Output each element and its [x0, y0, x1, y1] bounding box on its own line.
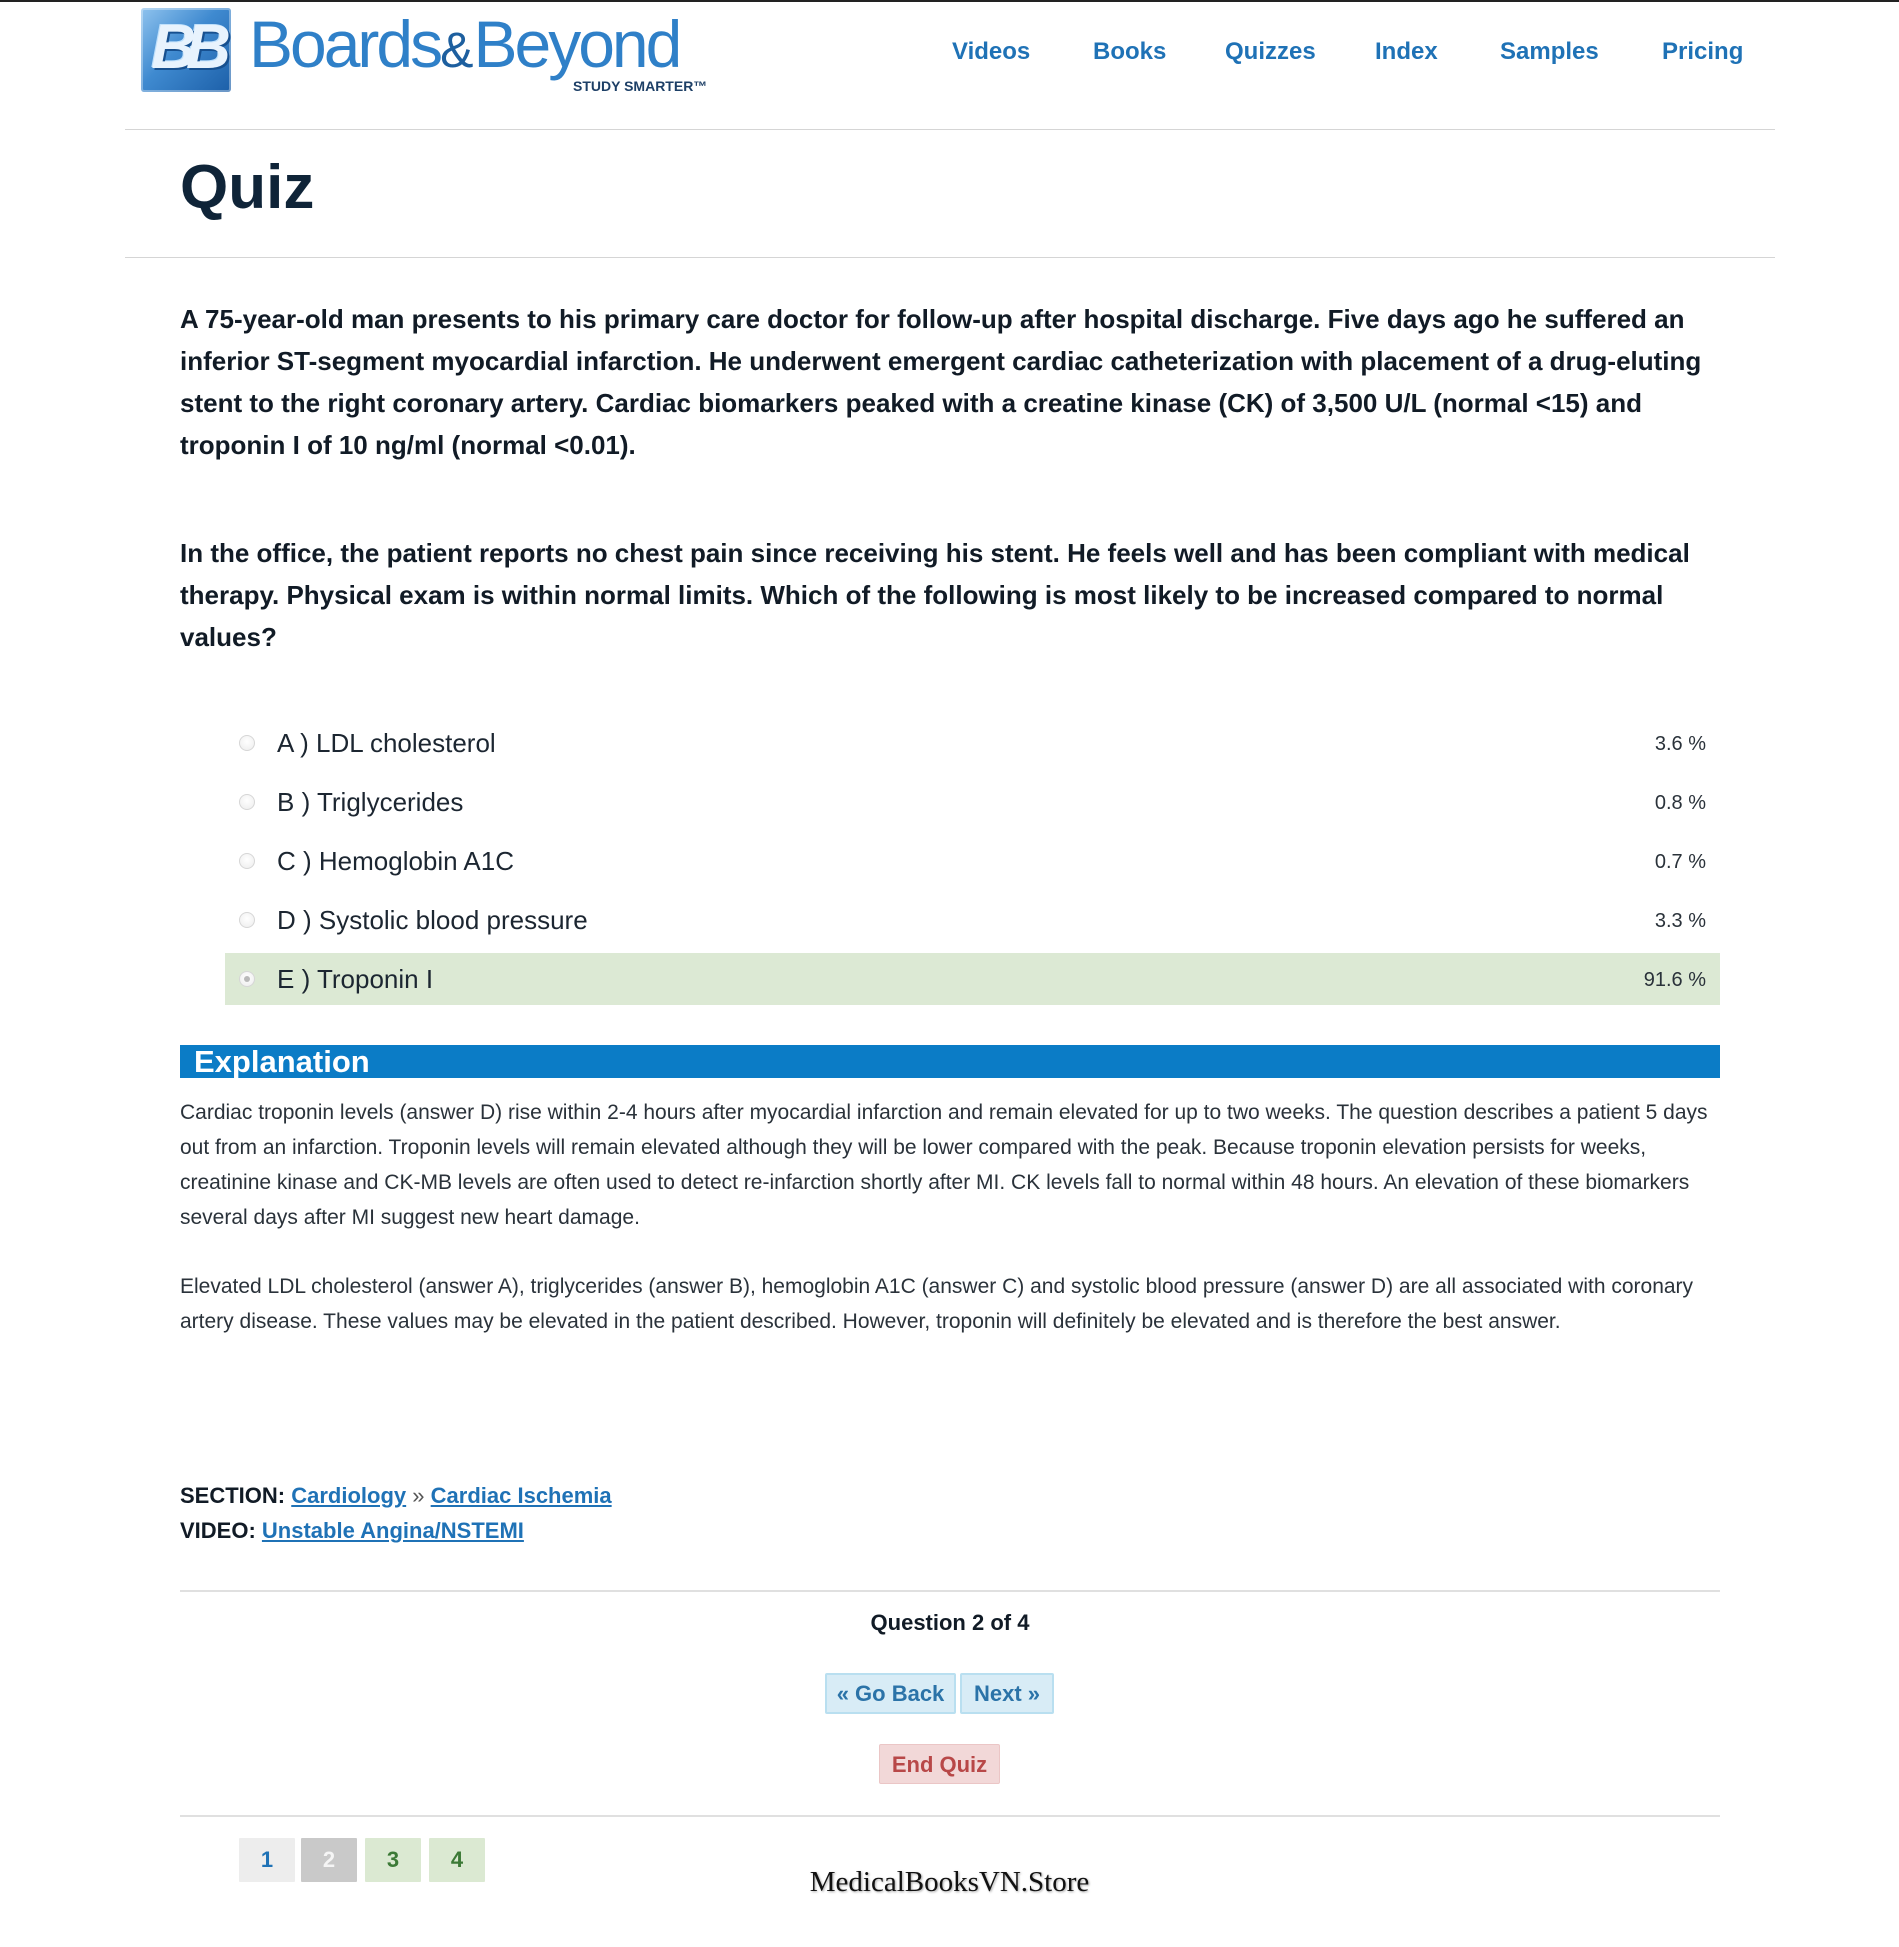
explanation-paragraph: Cardiac troponin levels (answer D) rise …: [180, 1101, 1708, 1229]
question-counter: Question 2 of 4: [870, 1610, 1030, 1635]
top-border: [0, 0, 1899, 2]
question-stem: A 75-year-old man presents to his primar…: [180, 304, 1702, 460]
answer-percent: 0.8 %: [1654, 792, 1706, 814]
page-title: Quiz: [180, 153, 315, 222]
answer-option-b[interactable]: B ) Triglycerides 0.8 %: [225, 776, 1720, 828]
radio-button[interactable]: [239, 912, 255, 928]
answer-percent: 0.7 %: [1654, 851, 1706, 873]
answer-label: D ) Systolic blood pressure: [277, 905, 588, 935]
go-back-button[interactable]: « Go Back: [825, 1673, 956, 1714]
answer-percent: 3.6 %: [1654, 733, 1706, 755]
answer-percent: 91.6 %: [1643, 969, 1706, 991]
section-label: SECTION:: [180, 1483, 286, 1508]
video-link[interactable]: Unstable Angina/NSTEMI: [262, 1518, 524, 1543]
radio-button[interactable]: [239, 853, 255, 869]
answer-label: A ) LDL cholesterol: [277, 728, 496, 758]
radio-button-selected[interactable]: [239, 971, 255, 987]
answer-option-a[interactable]: A ) LDL cholesterol 3.6 %: [225, 717, 1720, 769]
question-prompt: In the office, the patient reports no ch…: [180, 538, 1690, 652]
answer-label: B ) Triglycerides: [277, 787, 464, 817]
breadcrumb-separator: »: [412, 1483, 425, 1508]
title-divider: [125, 257, 1775, 258]
nav-divider-top: [180, 1590, 1720, 1592]
radio-button[interactable]: [239, 794, 255, 810]
main-nav: Videos Books Quizzes Index Samples Prici…: [0, 38, 1899, 72]
nav-quizzes[interactable]: Quizzes: [1225, 38, 1316, 66]
answer-label: C ) Hemoglobin A1C: [277, 846, 514, 876]
answer-label: E ) Troponin I: [277, 964, 434, 994]
next-button[interactable]: Next »: [960, 1673, 1054, 1714]
section-line: SECTION: Cardiology » Cardiac Ischemia: [180, 1483, 612, 1509]
answer-option-c[interactable]: C ) Hemoglobin A1C 0.7 %: [225, 835, 1720, 887]
video-line: VIDEO: Unstable Angina/NSTEMI: [180, 1518, 524, 1544]
nav-divider-bottom: [180, 1815, 1720, 1817]
answer-list: A ) LDL cholesterol 3.6 % B ) Triglyceri…: [225, 717, 1720, 1012]
section-link-cardiology[interactable]: Cardiology: [291, 1483, 406, 1508]
explanation-heading: Explanation: [180, 1045, 1720, 1078]
answer-percent: 3.3 %: [1654, 910, 1706, 932]
logo-tagline: STUDY SMARTER™: [573, 78, 708, 94]
explanation-paragraph: Elevated LDL cholesterol (answer A), tri…: [180, 1275, 1694, 1333]
video-label: VIDEO:: [180, 1518, 256, 1543]
radio-button[interactable]: [239, 735, 255, 751]
nav-videos[interactable]: Videos: [952, 38, 1030, 66]
nav-pricing[interactable]: Pricing: [1662, 38, 1743, 66]
nav-samples[interactable]: Samples: [1500, 38, 1599, 66]
answer-option-e-correct[interactable]: E ) Troponin I 91.6 %: [225, 953, 1720, 1005]
answer-option-d[interactable]: D ) Systolic blood pressure 3.3 %: [225, 894, 1720, 946]
header-divider: [125, 129, 1775, 130]
nav-index[interactable]: Index: [1375, 38, 1438, 66]
nav-books[interactable]: Books: [1093, 38, 1166, 66]
end-quiz-button[interactable]: End Quiz: [879, 1744, 1000, 1784]
section-link-cardiac-ischemia[interactable]: Cardiac Ischemia: [431, 1483, 612, 1508]
watermark: MedicalBooksVN.Store: [809, 1866, 1090, 1898]
